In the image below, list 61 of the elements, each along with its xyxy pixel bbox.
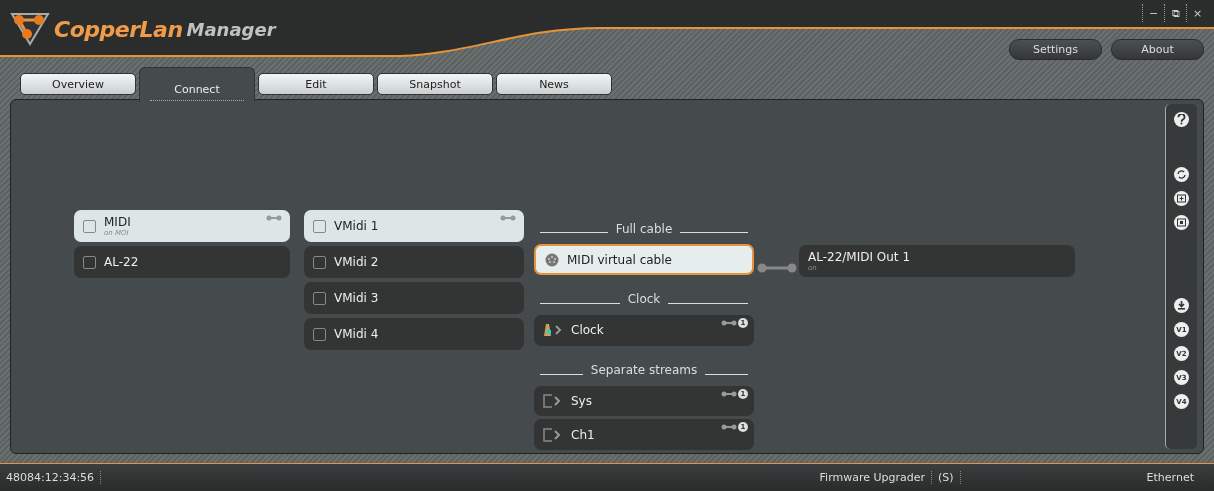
tab[interactable]: Snapshot	[377, 73, 493, 95]
download-button[interactable]	[1174, 298, 1189, 313]
port-name: VMidi 1	[334, 219, 379, 233]
tab[interactable]: Connect	[139, 67, 255, 102]
section-heading: Full cable	[615, 221, 673, 236]
checkbox[interactable]	[83, 255, 96, 269]
midi-connector-icon	[545, 252, 559, 267]
window-icon	[1176, 217, 1187, 228]
stream-item[interactable]: MIDI virtual cable	[534, 244, 754, 275]
link-icon	[721, 390, 737, 397]
network-status: Ethernet	[1145, 471, 1195, 484]
stream-name: Sys	[571, 394, 592, 409]
restore-button[interactable]: ⧉	[1164, 4, 1186, 22]
port-name: VMidi 4	[334, 327, 379, 341]
status-item[interactable]: (S)	[932, 471, 961, 484]
download-icon	[1176, 300, 1187, 311]
port-item[interactable]: VMidi 2	[304, 246, 524, 278]
port-name: VMidi 2	[334, 255, 379, 269]
view-button[interactable]	[1174, 215, 1189, 230]
logo-icon	[10, 12, 50, 46]
port-name: AL-22	[104, 255, 139, 269]
port-item[interactable]: AL-22	[74, 246, 290, 278]
stream-name: Ch1	[571, 427, 595, 442]
refresh-icon	[1176, 169, 1187, 180]
port-name: MIDI	[104, 215, 131, 229]
link-icon	[721, 320, 737, 327]
window-icon	[1176, 193, 1187, 204]
stream-name: Clock	[571, 323, 604, 338]
link-icon	[266, 215, 282, 221]
stream-icon	[543, 427, 563, 442]
uptime-text: 48084:12:34:56	[0, 471, 102, 484]
status-item[interactable]: Firmware Upgrader	[813, 471, 933, 484]
checkbox[interactable]	[83, 219, 96, 233]
checkbox[interactable]	[313, 255, 326, 269]
section-heading: Separate streams	[590, 363, 698, 378]
destination-name: AL-22/MIDI Out 1	[808, 250, 911, 264]
checkbox[interactable]	[313, 291, 326, 305]
tab[interactable]: Overview	[20, 73, 136, 95]
checkbox[interactable]	[313, 219, 326, 233]
section-heading: Clock	[627, 292, 661, 307]
header-button[interactable]: Settings	[1009, 39, 1102, 60]
stream-icon	[543, 394, 563, 409]
add-button[interactable]	[1174, 191, 1189, 206]
link-icon	[500, 215, 516, 221]
close-button[interactable]: ×	[1186, 4, 1208, 22]
refresh-button[interactable]	[1174, 167, 1189, 182]
port-item[interactable]: VMidi 1	[304, 210, 524, 242]
port-name: VMidi 3	[334, 291, 379, 305]
port-item[interactable]: VMidi 3	[304, 282, 524, 314]
help-button[interactable]	[1174, 112, 1189, 127]
port-item[interactable]: VMidi 4	[304, 318, 524, 350]
link-icon	[721, 424, 737, 431]
app-brand: CopperLan	[54, 16, 183, 42]
stream-name: MIDI virtual cable	[567, 252, 672, 267]
header-button[interactable]: About	[1111, 39, 1204, 60]
metronome-icon	[543, 323, 563, 338]
checkbox[interactable]	[313, 327, 326, 341]
app-title: Manager	[186, 18, 276, 40]
minimize-button[interactable]: −	[1142, 4, 1164, 22]
tab[interactable]: News	[496, 73, 612, 95]
tab[interactable]: Edit	[258, 73, 374, 95]
